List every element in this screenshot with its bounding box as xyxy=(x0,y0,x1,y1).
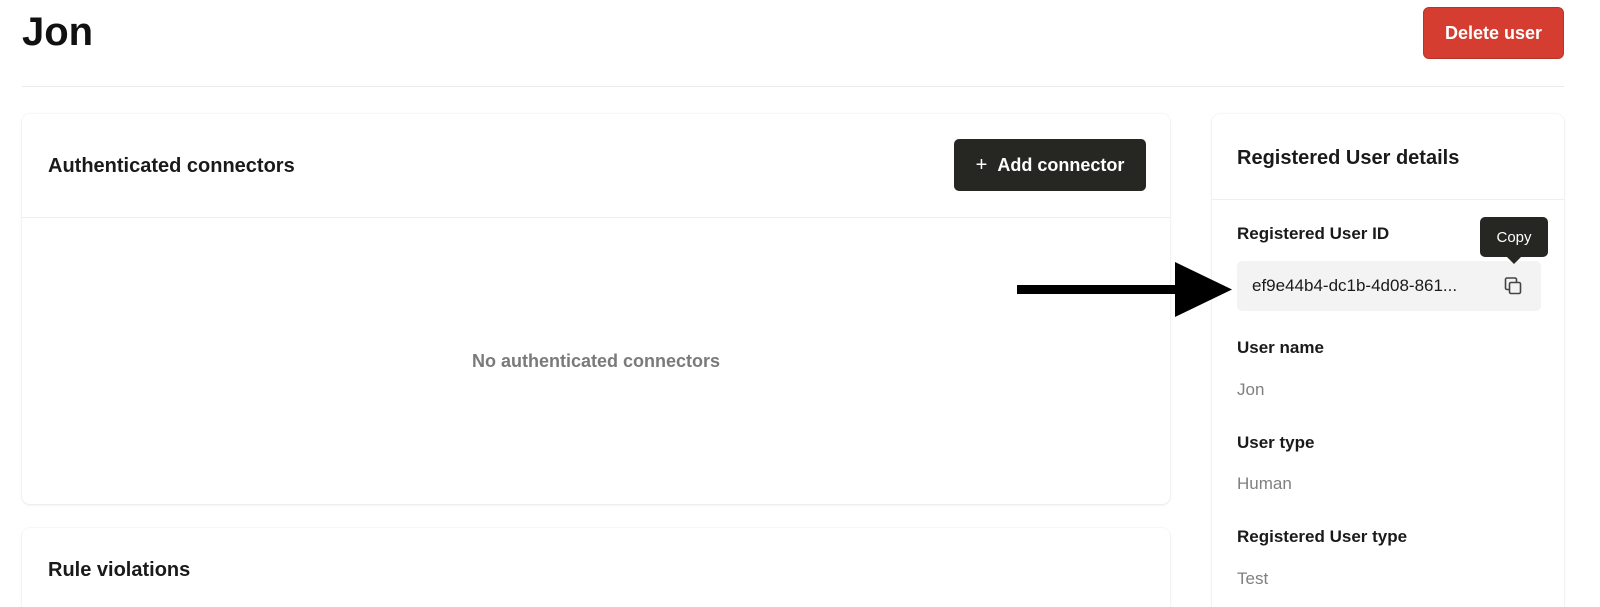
rule-violations-card: Rule violations xyxy=(22,528,1170,607)
registered-user-id-label: Registered User ID xyxy=(1237,224,1390,243)
registered-user-details-card: Registered User details Registered User … xyxy=(1212,114,1564,607)
page-title: Jon xyxy=(22,10,94,54)
user-detail-page: Jon Delete user Authenticated connectors… xyxy=(0,0,1600,607)
user-name-label: User name xyxy=(1237,338,1324,357)
plus-icon: + xyxy=(975,154,988,176)
add-connector-button[interactable]: + Add connector xyxy=(954,139,1146,191)
user-name-value: Jon xyxy=(1237,380,1265,399)
connectors-empty-message: No authenticated connectors xyxy=(471,351,721,371)
user-type-value: Human xyxy=(1237,474,1292,493)
delete-user-button[interactable]: Delete user xyxy=(1423,7,1564,59)
registered-user-id-value: ef9e44b4-dc1b-4d08-861... xyxy=(1252,276,1458,295)
add-connector-label: Add connector xyxy=(997,154,1125,175)
registered-user-type-label: Registered User type xyxy=(1237,527,1408,546)
user-type-label: User type xyxy=(1237,433,1315,452)
details-card-title: Registered User details xyxy=(1237,147,1460,169)
copy-icon[interactable] xyxy=(1501,274,1525,298)
connectors-card-header: Authenticated connectors + Add connector xyxy=(22,114,1170,218)
arrow-right-icon xyxy=(1017,262,1232,317)
registered-user-id-field: ef9e44b4-dc1b-4d08-861... xyxy=(1237,261,1541,311)
copy-tooltip: Copy xyxy=(1480,217,1548,264)
details-card-header: Registered User details xyxy=(1212,114,1564,200)
registered-user-type-value: Test xyxy=(1237,569,1269,588)
rule-violations-title: Rule violations xyxy=(48,559,191,581)
header-divider xyxy=(22,86,1564,87)
connectors-card-title: Authenticated connectors xyxy=(48,155,295,177)
authenticated-connectors-card: Authenticated connectors + Add connector… xyxy=(22,114,1170,504)
